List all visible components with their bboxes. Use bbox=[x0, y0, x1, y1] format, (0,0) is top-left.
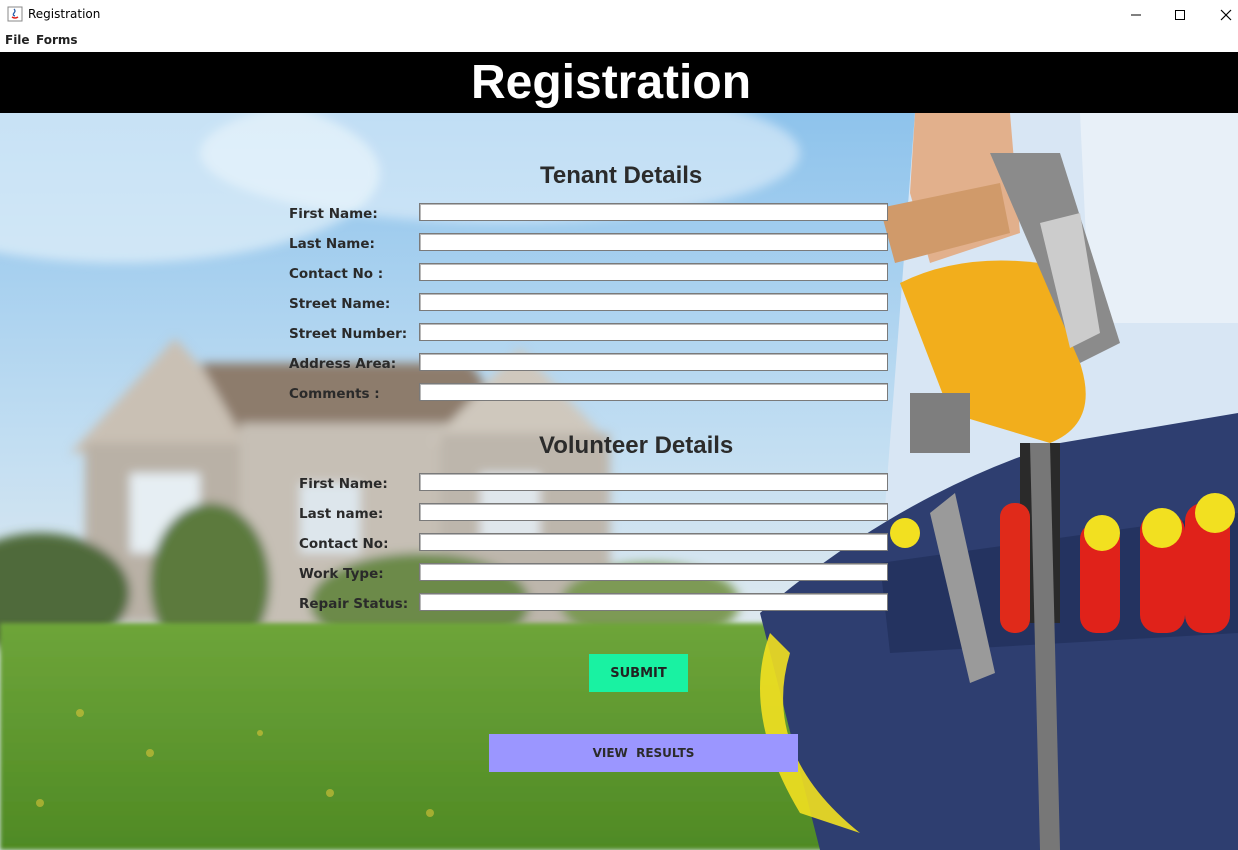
close-icon bbox=[1220, 9, 1232, 21]
window-title: Registration bbox=[28, 7, 101, 21]
tenant-street-number-input[interactable] bbox=[419, 323, 888, 341]
menu-forms[interactable]: Forms bbox=[36, 33, 78, 47]
java-icon bbox=[7, 6, 23, 22]
tenant-first-name-input[interactable] bbox=[419, 203, 888, 221]
tenant-contact-no-input[interactable] bbox=[419, 263, 888, 281]
volunteer-first-name-label: First Name: bbox=[299, 476, 388, 492]
tenant-contact-no-label: Contact No : bbox=[289, 266, 384, 282]
tenant-comments-label: Comments : bbox=[289, 386, 380, 402]
submit-button[interactable]: SUBMIT bbox=[589, 654, 688, 692]
volunteer-contact-no-label: Contact No: bbox=[299, 536, 389, 552]
tenant-street-number-label: Street Number: bbox=[289, 326, 408, 342]
title-bar: Registration bbox=[0, 0, 1238, 30]
menu-file[interactable]: File bbox=[5, 33, 30, 47]
tenant-street-name-input[interactable] bbox=[419, 293, 888, 311]
tenant-first-name-label: First Name: bbox=[289, 206, 378, 222]
view-results-button[interactable]: VIEW RESULTS bbox=[489, 734, 798, 772]
volunteer-first-name-input[interactable] bbox=[419, 473, 888, 491]
tenant-address-area-input[interactable] bbox=[419, 353, 888, 371]
tenant-comments-input[interactable] bbox=[419, 383, 888, 401]
volunteer-last-name-label: Last name: bbox=[299, 506, 384, 522]
tenant-street-name-label: Street Name: bbox=[289, 296, 391, 312]
volunteer-repair-status-label: Repair Status: bbox=[299, 596, 409, 612]
volunteer-work-type-label: Work Type: bbox=[299, 566, 384, 582]
tenant-address-area-label: Address Area: bbox=[289, 356, 397, 372]
volunteer-last-name-input[interactable] bbox=[419, 503, 888, 521]
maximize-icon bbox=[1175, 10, 1185, 20]
volunteer-repair-status-input[interactable] bbox=[419, 593, 888, 611]
volunteer-work-type-input[interactable] bbox=[419, 563, 888, 581]
volunteer-details-heading: Volunteer Details bbox=[539, 432, 734, 459]
menu-bar: File Forms bbox=[0, 30, 1238, 52]
minimize-icon bbox=[1131, 14, 1141, 16]
tenant-details-heading: Tenant Details bbox=[540, 162, 703, 189]
tenant-last-name-label: Last Name: bbox=[289, 236, 375, 252]
page-title: Registration bbox=[470, 56, 752, 109]
close-button[interactable] bbox=[1203, 0, 1238, 30]
header-banner: Registration bbox=[0, 52, 1238, 113]
volunteer-contact-no-input[interactable] bbox=[419, 533, 888, 551]
minimize-button[interactable] bbox=[1113, 0, 1159, 30]
tenant-last-name-input[interactable] bbox=[419, 233, 888, 251]
maximize-button[interactable] bbox=[1157, 0, 1203, 30]
